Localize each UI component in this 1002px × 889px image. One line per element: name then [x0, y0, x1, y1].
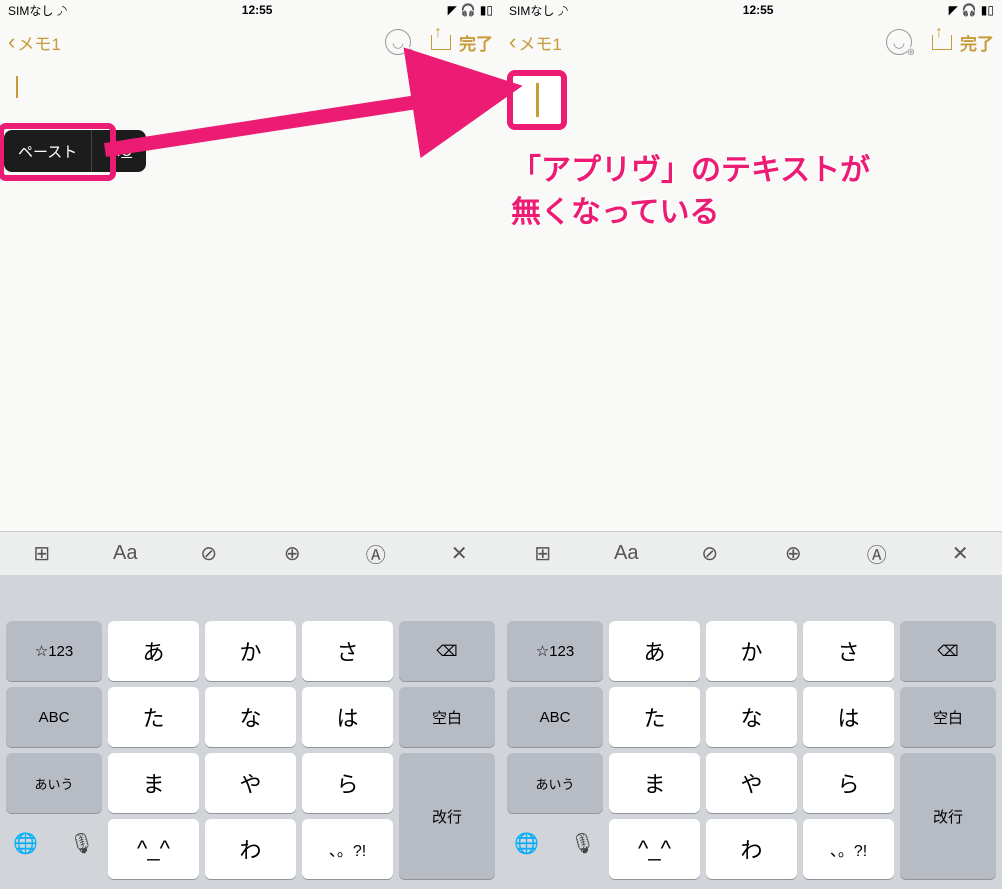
markup-button[interactable]: Ⓐ — [858, 539, 896, 568]
format-toolbar: ⊞ Aa ⊘ ⊕ Ⓐ ✕ — [501, 531, 1002, 575]
key-enter[interactable]: 改行 — [399, 753, 495, 879]
paste-menu-item[interactable]: ペースト — [4, 141, 91, 162]
key-num[interactable]: ☆123 — [6, 621, 102, 681]
key-ka[interactable]: か — [706, 621, 797, 681]
key-ta[interactable]: た — [108, 687, 199, 747]
key-enter[interactable]: 改行 — [900, 753, 996, 879]
location-icon: ◤ — [448, 3, 457, 17]
key-kana[interactable]: あいう — [6, 753, 102, 813]
key-ma[interactable]: ま — [609, 753, 700, 813]
key-num[interactable]: ☆123 — [507, 621, 603, 681]
add-button[interactable]: ⊕ — [273, 541, 311, 566]
clock: 12:55 — [67, 3, 448, 17]
share-icon — [431, 28, 449, 50]
key-ma[interactable]: ま — [108, 753, 199, 813]
key-ra[interactable]: ら — [803, 753, 894, 813]
key-face[interactable]: ^_^ — [609, 819, 700, 879]
key-abc[interactable]: ABC — [6, 687, 102, 747]
checklist-button[interactable]: ⊘ — [190, 541, 228, 566]
battery-icon: ▮▯ — [981, 3, 994, 17]
key-delete[interactable]: ⌫ — [399, 621, 495, 681]
key-punct[interactable]: 、。?! — [302, 819, 393, 879]
markup-button[interactable]: Ⓐ — [357, 539, 395, 568]
format-toolbar: ⊞ Aa ⊘ ⊕ Ⓐ ✕ — [0, 531, 501, 575]
key-ha[interactable]: は — [302, 687, 393, 747]
key-mic[interactable]: 🎙 — [69, 831, 94, 856]
done-button[interactable]: 完了 — [960, 30, 994, 55]
checklist-button[interactable]: ⊘ — [691, 541, 729, 566]
keyboard: ☆123 あ か さ ⌫ ABC た な は 空白 あいう ま や ら 改行 🌐… — [501, 575, 1002, 889]
key-globe[interactable]: 🌐 — [13, 831, 38, 856]
phone-right: SIMなし ◞◝ 12:55 ◤ 🎧 ▮▯ ‹ メモ1 ◡ 完了 ⊞ Aa ⊘ … — [501, 0, 1002, 889]
key-face[interactable]: ^_^ — [108, 819, 199, 879]
back-button[interactable]: ‹ メモ1 — [509, 30, 562, 55]
nav-bar: ‹ メモ1 ◡ 完了 — [0, 20, 501, 64]
key-mic[interactable]: 🎙 — [570, 831, 595, 856]
key-a[interactable]: あ — [108, 621, 199, 681]
key-ya[interactable]: や — [706, 753, 797, 813]
key-wa[interactable]: わ — [706, 819, 797, 879]
table-button[interactable]: ⊞ — [23, 541, 61, 566]
format-biu-menu-item[interactable]: BIU — [92, 143, 146, 160]
share-icon — [932, 28, 950, 50]
headphones-icon: 🎧 — [461, 3, 476, 17]
close-toolbar-button[interactable]: ✕ — [440, 541, 478, 566]
wifi-icon: ◞◝ — [57, 3, 66, 17]
suggestion-bar — [501, 575, 1002, 615]
key-punct[interactable]: 、。?! — [803, 819, 894, 879]
textstyle-button[interactable]: Aa — [106, 542, 144, 565]
chevron-left-icon: ‹ — [509, 31, 516, 53]
textstyle-button[interactable]: Aa — [607, 542, 645, 565]
status-bar: SIMなし ◞◝ 12:55 ◤ 🎧 ▮▯ — [0, 0, 501, 20]
text-cursor — [16, 76, 18, 98]
share-button[interactable] — [431, 28, 449, 56]
back-button[interactable]: ‹ メモ1 — [8, 30, 61, 55]
key-na[interactable]: な — [706, 687, 797, 747]
key-ra[interactable]: ら — [302, 753, 393, 813]
key-delete[interactable]: ⌫ — [900, 621, 996, 681]
key-space[interactable]: 空白 — [900, 687, 996, 747]
add-button[interactable]: ⊕ — [774, 541, 812, 566]
key-ta[interactable]: た — [609, 687, 700, 747]
keyboard: ☆123 あ か さ ⌫ ABC た な は 空白 あいう ま や ら 改行 🌐… — [0, 575, 501, 889]
sim-status: SIMなし — [509, 2, 554, 19]
clock: 12:55 — [568, 3, 949, 17]
avatar-icon: ◡ — [886, 29, 912, 55]
back-label: メモ1 — [518, 30, 561, 55]
phone-left: SIMなし ◞◝ 12:55 ◤ 🎧 ▮▯ ‹ メモ1 ◡ 完了 ペースト BI… — [0, 0, 501, 889]
key-globe[interactable]: 🌐 — [514, 831, 539, 856]
context-menu: ペースト BIU — [4, 130, 146, 172]
key-ya[interactable]: や — [205, 753, 296, 813]
chevron-left-icon: ‹ — [8, 31, 15, 53]
key-ha[interactable]: は — [803, 687, 894, 747]
suggestion-bar — [0, 575, 501, 615]
key-kana[interactable]: あいう — [507, 753, 603, 813]
nav-bar: ‹ メモ1 ◡ 完了 — [501, 20, 1002, 64]
key-abc[interactable]: ABC — [507, 687, 603, 747]
battery-icon: ▮▯ — [480, 3, 493, 17]
headphones-icon: 🎧 — [962, 3, 977, 17]
key-sa[interactable]: さ — [803, 621, 894, 681]
key-sa[interactable]: さ — [302, 621, 393, 681]
share-button[interactable] — [932, 28, 950, 56]
key-na[interactable]: な — [205, 687, 296, 747]
sim-status: SIMなし — [8, 2, 53, 19]
key-ka[interactable]: か — [205, 621, 296, 681]
back-label: メモ1 — [17, 30, 60, 55]
note-editor[interactable] — [501, 64, 1002, 531]
close-toolbar-button[interactable]: ✕ — [941, 541, 979, 566]
location-icon: ◤ — [949, 3, 958, 17]
collaborate-button[interactable]: ◡ — [385, 29, 411, 55]
done-button[interactable]: 完了 — [459, 30, 493, 55]
status-bar: SIMなし ◞◝ 12:55 ◤ 🎧 ▮▯ — [501, 0, 1002, 20]
avatar-icon: ◡ — [385, 29, 411, 55]
key-space[interactable]: 空白 — [399, 687, 495, 747]
wifi-icon: ◞◝ — [558, 3, 567, 17]
key-a[interactable]: あ — [609, 621, 700, 681]
key-wa[interactable]: わ — [205, 819, 296, 879]
table-button[interactable]: ⊞ — [524, 541, 562, 566]
collaborate-button[interactable]: ◡ — [886, 29, 912, 55]
